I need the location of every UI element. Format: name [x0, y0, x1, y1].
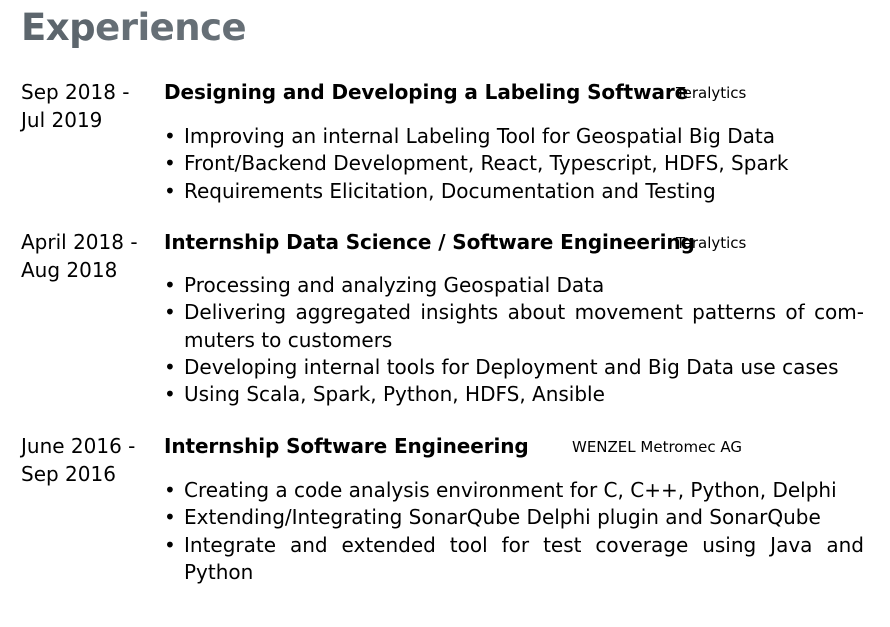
bullet-dot: •: [164, 382, 176, 407]
entry-date: Sep 2018 - Jul 2019: [21, 78, 161, 134]
role-title: Internship Data Science / Software Engin…: [164, 230, 695, 254]
entry-header: Internship Software Engineering WENZEL M…: [164, 432, 764, 460]
bullet-dot: •: [164, 273, 176, 297]
bullet-text: Improving an internal Labeling Tool for …: [184, 124, 775, 148]
company-name: WENZEL Metromec AG: [572, 438, 742, 456]
bullet-item: • Processing and analyzing Geospatial Dat…: [164, 272, 864, 299]
bullet-dot: •: [164, 124, 176, 148]
bullet-dot: •: [164, 151, 176, 176]
bullet-text: Creating a code analysis environment for…: [184, 478, 837, 502]
bullet-dot: •: [164, 178, 176, 203]
role-title: Internship Software Engineering: [164, 434, 529, 458]
bullet-text: Integrate and extended tool for test cov…: [184, 532, 864, 584]
bullet-text: Developing internal tools for Deployment…: [184, 354, 839, 379]
bullet-dot: •: [164, 505, 176, 530]
bullet-item: • Front/Backend Development, React, Types…: [164, 150, 864, 177]
entry-date: April 2018 - Aug 2018: [21, 228, 161, 284]
bullet-item: • Improving an internal Labeling Tool for…: [164, 123, 864, 150]
entry-date: June 2016 - Sep 2016: [21, 432, 161, 488]
date-start: Sep 2018 -: [21, 80, 130, 104]
section-title-part1: Exp: [21, 6, 96, 49]
bullet-text: Requirements Elicitation, Documentation …: [184, 178, 716, 203]
bullet-text: Processing and analyzing Geospatial Data: [184, 273, 605, 297]
bullet-list: • Improving an internal Labeling Tool for…: [164, 123, 864, 205]
role-title: Designing and Developing a Labeling Soft…: [164, 80, 689, 104]
date-start: June 2016 -: [21, 434, 136, 458]
bullet-item: • Requirements Elicitation, Documentation…: [164, 178, 864, 205]
date-end: Aug 2018: [21, 258, 118, 282]
company-name: Teralytics: [676, 234, 747, 252]
bullet-item: • Creating a code analysis environment fo…: [164, 477, 864, 504]
date-end: Jul 2019: [21, 108, 103, 132]
bullet-dot: •: [164, 300, 176, 325]
bullet-item: • Delivering aggregated insights about mo…: [164, 299, 864, 354]
bullet-item: • Developing internal tools for Deploymen…: [164, 354, 864, 381]
bullet-dot: •: [164, 354, 176, 379]
bullet-item: • Extending/Integrating SonarQube Delphi …: [164, 504, 864, 531]
date-end: Sep 2016: [21, 462, 116, 486]
section-title-part2: erience: [95, 6, 247, 49]
section-title: Experience: [21, 6, 247, 50]
company-name: Teralytics: [676, 84, 747, 102]
bullet-item: • Using Scala, Spark, Python, HDFS, Ansib…: [164, 381, 864, 408]
entry-header: Designing and Developing a Labeling Soft…: [164, 78, 764, 106]
bullet-text: Delivering aggregated insights about mov…: [184, 300, 864, 352]
bullet-text: Extending/Integrating SonarQube Delphi p…: [184, 505, 821, 530]
entry-header: Internship Data Science / Software Engin…: [164, 228, 764, 256]
bullet-text: Using Scala, Spark, Python, HDFS, Ansibl…: [184, 382, 605, 407]
bullet-dot: •: [164, 478, 176, 502]
date-start: April 2018 -: [21, 230, 138, 254]
bullet-list: • Processing and analyzing Geospatial Dat…: [164, 272, 864, 408]
bullet-item: • Integrate and extended tool for test co…: [164, 532, 864, 587]
bullet-text: Front/Backend Development, React, Typesc…: [184, 151, 789, 176]
bullet-list: • Creating a code analysis environment fo…: [164, 477, 864, 586]
bullet-dot: •: [164, 532, 176, 557]
